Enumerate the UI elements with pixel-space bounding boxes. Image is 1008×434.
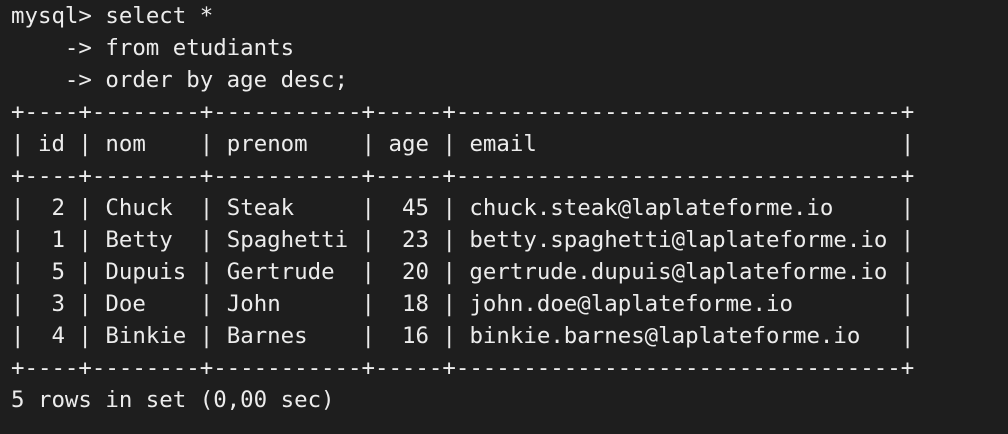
query-line-3: -> order by age desc;	[64, 67, 349, 93]
terminal-window[interactable]: mysql> select * -> from etudiants -> ord…	[0, 0, 1008, 434]
cell-id: 2	[51, 195, 65, 221]
table-row: | 4 | Binkie | Barnes | 16 | binkie.barn…	[11, 323, 915, 349]
result-table: +----+--------+-----------+-----+-------…	[11, 96, 1008, 384]
cell-prenom: Steak	[226, 195, 295, 221]
cell-nom: Dupuis	[105, 259, 187, 285]
table-row: | 5 | Dupuis | Gertrude | 20 | gertrude.…	[11, 259, 915, 285]
cell-nom: Binkie	[105, 323, 187, 349]
cell-age: 18	[402, 291, 429, 317]
cell-prenom: Barnes	[226, 323, 308, 349]
cell-prenom: John	[226, 291, 281, 317]
table-row: | 3 | Doe | John | 18 | john.doe@laplate…	[11, 291, 915, 317]
column-header-email: email	[469, 131, 537, 157]
column-header-id: id	[37, 131, 65, 157]
cell-id: 4	[51, 323, 65, 349]
column-header-prenom: prenom	[226, 131, 308, 157]
cell-nom: Doe	[105, 291, 146, 317]
table-border: +----+--------+-----------+-----+-------…	[11, 355, 915, 381]
table-row: | 2 | Chuck | Steak | 45 | chuck.steak@l…	[11, 195, 915, 221]
cell-prenom: Gertrude	[226, 259, 335, 285]
continuation-line: -> order by age desc;	[11, 64, 1008, 96]
cell-age: 16	[402, 323, 429, 349]
cell-id: 3	[51, 291, 65, 317]
cell-nom: Betty	[105, 227, 173, 253]
continuation-line: -> from etudiants	[11, 32, 1008, 64]
cell-email: gertrude.dupuis@laplateforme.io	[469, 259, 888, 285]
cell-email: chuck.steak@laplateforme.io	[469, 195, 834, 221]
cell-prenom: Spaghetti	[226, 227, 349, 253]
command-line: mysql> select *	[11, 0, 1008, 32]
cell-age: 23	[402, 227, 429, 253]
table-border: +----+--------+-----------+-----+-------…	[11, 99, 915, 125]
cell-nom: Chuck	[105, 195, 173, 221]
cell-age: 20	[402, 259, 429, 285]
table-border: +----+--------+-----------+-----+-------…	[11, 163, 915, 189]
cell-id: 1	[51, 227, 65, 253]
result-summary: 5 rows in set (0,00 sec)	[11, 387, 335, 413]
cell-age: 45	[402, 195, 429, 221]
cell-email: john.doe@laplateforme.io	[469, 291, 793, 317]
cell-id: 5	[51, 259, 65, 285]
query-line-1: select *	[105, 3, 214, 29]
column-header-age: age	[388, 131, 429, 157]
column-header-nom: nom	[105, 131, 146, 157]
query-line-2: -> from etudiants	[64, 35, 295, 61]
mysql-prompt: mysql>	[11, 3, 92, 29]
cell-email: binkie.barnes@laplateforme.io	[469, 323, 861, 349]
table-header-row: | id | nom | prenom | age | email |	[11, 131, 915, 157]
cell-email: betty.spaghetti@laplateforme.io	[469, 227, 888, 253]
table-row: | 1 | Betty | Spaghetti | 23 | betty.spa…	[11, 227, 915, 253]
